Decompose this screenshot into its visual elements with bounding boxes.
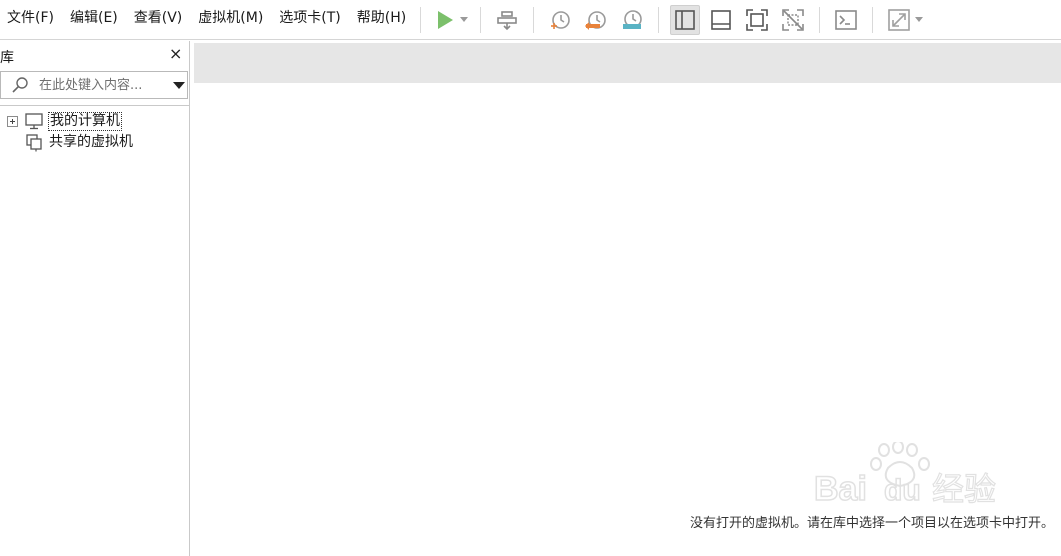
toolbar-separator [480, 6, 482, 33]
snapshot-revert-icon [585, 10, 607, 30]
send-keys-button[interactable] [492, 5, 522, 35]
menu-vm[interactable]: 虚拟机(M) [190, 0, 271, 40]
power-dropdown-button[interactable] [458, 5, 472, 35]
toolbar-separator [420, 6, 422, 33]
toolbar-separator [819, 6, 821, 33]
computer-icon [25, 113, 43, 130]
play-icon [438, 10, 454, 29]
library-panel: 库 × 我的计算机 [0, 41, 190, 556]
console-view-button[interactable] [831, 5, 861, 35]
tab-strip [194, 43, 1061, 83]
chevron-down-icon [915, 17, 924, 22]
stretch-icon [888, 8, 911, 31]
library-title: 库 [0, 50, 14, 66]
toolbar: 文件(F) 编辑(E) 查看(V) 虚拟机(M) 选项卡(T) 帮助(H) [0, 0, 1061, 40]
toolbar-separator [533, 6, 535, 33]
take-snapshot-button[interactable] [545, 5, 575, 35]
library-search-input[interactable] [39, 74, 164, 96]
stretch-guest-button[interactable] [884, 5, 914, 35]
show-library-icon [675, 9, 696, 30]
toolbar-separator [658, 6, 660, 33]
snapshot-manager-icon [623, 9, 643, 29]
search-icon [12, 77, 28, 93]
svg-text:du: du [884, 474, 921, 506]
tree-item-shared-vms[interactable]: 共享的虚拟机 [0, 132, 188, 154]
chevron-down-icon [460, 17, 469, 22]
tree-item-label: 我的计算机 [48, 112, 122, 131]
library-close-button[interactable]: × [169, 45, 182, 63]
library-header: 库 × [0, 41, 189, 71]
power-on-button[interactable] [432, 5, 458, 35]
menu-view[interactable]: 查看(V) [126, 0, 191, 40]
show-thumbnail-bar-icon [711, 9, 732, 30]
menu-edit[interactable]: 编辑(E) [62, 0, 126, 40]
baidu-watermark: Bai du 经验 [813, 442, 997, 506]
search-dropdown-icon[interactable] [173, 82, 185, 89]
snapshot-manager-button[interactable] [617, 5, 647, 35]
thumbnail-bar-button[interactable] [706, 5, 736, 35]
shared-vms-icon [26, 134, 42, 152]
snapshot-take-icon [551, 10, 571, 29]
svg-text:Bai: Bai [814, 470, 867, 506]
fullscreen-button[interactable] [742, 5, 772, 35]
library-search-box [0, 71, 188, 99]
tree-item-label: 共享的虚拟机 [49, 134, 133, 150]
stretch-dropdown-button[interactable] [914, 5, 928, 35]
unity-button[interactable] [778, 5, 808, 35]
vmware-window: 文件(F) 编辑(E) 查看(V) 虚拟机(M) 选项卡(T) 帮助(H) 库 … [0, 0, 1061, 556]
console-icon [835, 9, 858, 30]
empty-state-message: 没有打开的虚拟机。请在库中选择一个项目以在选项卡中打开。 [689, 516, 1054, 531]
revert-snapshot-button[interactable] [581, 5, 611, 35]
menu-bar: 文件(F) 编辑(E) 查看(V) 虚拟机(M) 选项卡(T) 帮助(H) [0, 0, 414, 40]
show-library-button[interactable] [670, 4, 701, 35]
toolbar-separator [872, 6, 874, 33]
library-tree: 我的计算机 共享的虚拟机 [0, 110, 188, 154]
expand-icon[interactable] [7, 116, 18, 127]
send-keys-icon [497, 10, 518, 30]
menu-file[interactable]: 文件(F) [0, 0, 62, 40]
fullscreen-icon [746, 8, 769, 31]
tree-item-my-computer[interactable]: 我的计算机 [0, 110, 188, 132]
menu-help[interactable]: 帮助(H) [349, 0, 414, 40]
svg-text:经验: 经验 [932, 470, 996, 506]
menu-tabs[interactable]: 选项卡(T) [271, 0, 348, 40]
library-divider [0, 105, 190, 106]
unity-icon [782, 8, 805, 31]
